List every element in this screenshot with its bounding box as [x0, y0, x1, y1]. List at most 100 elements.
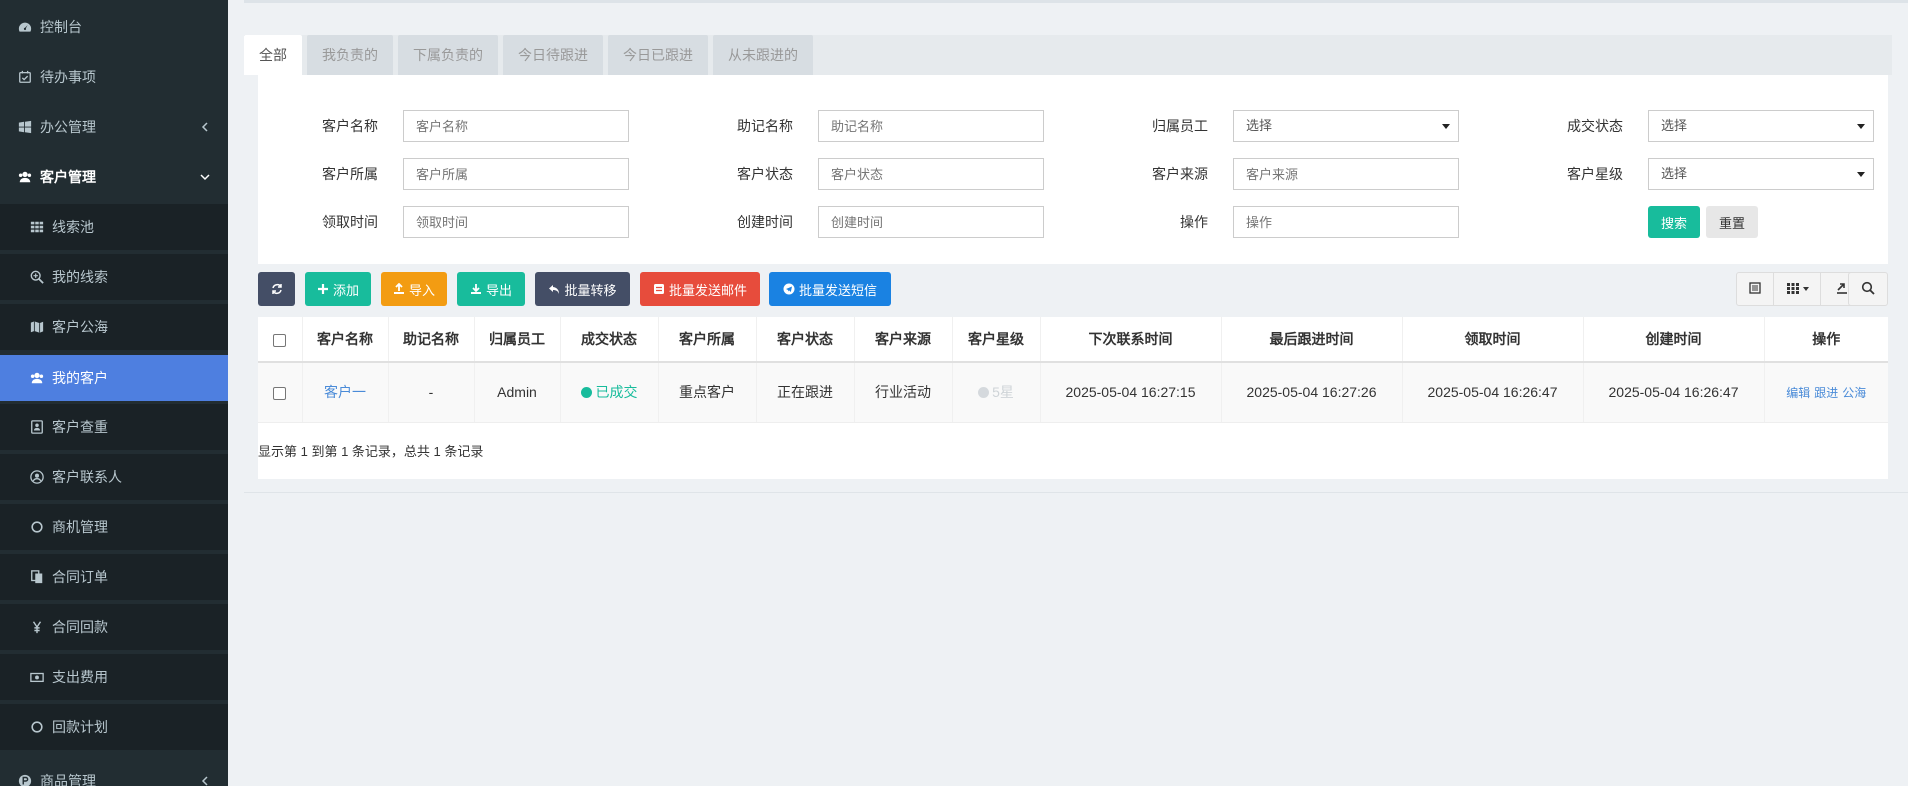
sidebar-item-customer-dedupe[interactable]: 客户查重: [0, 404, 228, 450]
refresh-button[interactable]: [258, 272, 295, 306]
batch-transfer-button[interactable]: 批量转移: [535, 272, 630, 306]
sidebar-item-customer-contacts[interactable]: 客户联系人: [0, 454, 228, 500]
sidebar-item-customer-pool[interactable]: 客户公海: [0, 304, 228, 350]
customer-name-link[interactable]: 客户一: [324, 384, 366, 400]
owner-select[interactable]: 选择: [1233, 110, 1459, 142]
batch-sms-button[interactable]: 批量发送短信: [769, 272, 891, 306]
tab-today-pending[interactable]: 今日待跟进: [503, 35, 603, 75]
sidebar-item-my-customers[interactable]: 我的客户: [0, 355, 228, 401]
row-checkbox[interactable]: [273, 387, 287, 401]
customer-star-select[interactable]: 选择: [1648, 158, 1874, 190]
edit-link[interactable]: 编辑: [1786, 386, 1810, 400]
product-icon: [18, 774, 32, 786]
cell-source: 行业活动: [854, 362, 953, 423]
table-search-button[interactable]: [1848, 272, 1888, 306]
add-button[interactable]: 添加: [305, 272, 371, 306]
toggle-card-view-button[interactable]: [1736, 272, 1774, 306]
export-icon: [1835, 281, 1849, 298]
col-receive-time[interactable]: 领取时间: [1402, 317, 1584, 363]
col-next-contact[interactable]: 下次联系时间: [1040, 317, 1222, 363]
col-customer-status[interactable]: 客户状态: [756, 317, 855, 363]
star-rating: 5星: [992, 384, 1014, 401]
to-pool-link[interactable]: 公海: [1842, 386, 1866, 400]
sidebar-item-label: 支出费用: [52, 669, 108, 685]
cell-next-contact: 2025-05-04 16:27:15: [1040, 362, 1222, 423]
col-last-follow[interactable]: 最后跟进时间: [1221, 317, 1403, 363]
sidebar-item-lead-pool[interactable]: 线索池: [0, 204, 228, 250]
customer-source-label: 客户来源: [1152, 166, 1208, 182]
address-book-icon: [30, 420, 44, 434]
sidebar-item-payment-plan[interactable]: 回款计划: [0, 704, 228, 750]
mnemonic-name-input[interactable]: [818, 110, 1044, 142]
tab-mine[interactable]: 我负责的: [307, 35, 393, 75]
customer-belong-input[interactable]: [403, 158, 629, 190]
customer-status-input[interactable]: [818, 158, 1044, 190]
sidebar-item-dashboard[interactable]: 控制台: [0, 4, 228, 50]
sidebar-item-opportunities[interactable]: 商机管理: [0, 504, 228, 550]
caret-down-icon: [1857, 124, 1865, 129]
import-button[interactable]: 导入: [381, 272, 447, 306]
columns-toggle-button[interactable]: [1773, 272, 1821, 306]
customer-name-label: 客户名称: [322, 118, 378, 134]
cell-star: 5星: [952, 362, 1041, 423]
col-mnemonic-name[interactable]: 助记名称: [388, 317, 475, 363]
receive-time-input[interactable]: [403, 206, 629, 238]
import-button-label: 导入: [408, 282, 435, 298]
cell-deal-status: 已成交: [560, 362, 659, 423]
owner-label: 归属员工: [1152, 118, 1208, 134]
receive-time-label: 领取时间: [322, 214, 378, 230]
customer-source-input[interactable]: [1233, 158, 1459, 190]
calendar-check-icon: [18, 70, 32, 84]
create-time-input[interactable]: [818, 206, 1044, 238]
sidebar-item-product-management[interactable]: 商品管理: [0, 758, 228, 786]
deal-status-select[interactable]: 选择: [1648, 110, 1874, 142]
create-time-label: 创建时间: [737, 214, 793, 230]
customer-belong-label: 客户所属: [322, 166, 378, 182]
follow-link[interactable]: 跟进: [1814, 386, 1838, 400]
reset-button[interactable]: 重置: [1706, 206, 1758, 238]
customer-name-input[interactable]: [403, 110, 629, 142]
circle-icon: [30, 520, 44, 534]
tab-today-done[interactable]: 今日已跟进: [608, 35, 708, 75]
yen-icon: [30, 620, 44, 634]
sidebar-item-todo[interactable]: 待办事项: [0, 54, 228, 100]
sidebar-item-contract-orders[interactable]: 合同订单: [0, 554, 228, 600]
col-customer-star[interactable]: 客户星级: [952, 317, 1041, 363]
list-icon: [1748, 281, 1762, 298]
caret-down-icon: [1802, 287, 1809, 291]
sidebar-item-label: 回款计划: [52, 719, 108, 735]
tab-subordinates[interactable]: 下属负责的: [398, 35, 498, 75]
tab-all[interactable]: 全部: [244, 35, 302, 75]
add-button-label: 添加: [332, 282, 359, 298]
select-all-checkbox[interactable]: [273, 333, 287, 347]
col-customer-belong[interactable]: 客户所属: [658, 317, 757, 363]
col-create-time[interactable]: 创建时间: [1583, 317, 1765, 363]
sidebar-item-expenses[interactable]: 支出费用: [0, 654, 228, 700]
sidebar-item-label: 我的客户: [52, 370, 108, 386]
sidebar-item-contract-payments[interactable]: 合同回款: [0, 604, 228, 650]
sidebar-item-customer-management[interactable]: 客户管理: [0, 154, 228, 200]
search-button[interactable]: 搜索: [1648, 206, 1700, 238]
sidebar-item-office[interactable]: 办公管理: [0, 104, 228, 150]
top-divider: [244, 0, 1908, 3]
sidebar-item-my-leads[interactable]: 我的线索: [0, 254, 228, 300]
sidebar-item-label: 办公管理: [40, 119, 96, 135]
tab-never-followed[interactable]: 从未跟进的: [713, 35, 813, 75]
operation-input[interactable]: [1233, 206, 1459, 238]
columns-icon: [1786, 281, 1800, 298]
export-button[interactable]: 导出: [457, 272, 525, 306]
deal-status-select-value: 选择: [1661, 118, 1688, 133]
cell-status: 正在跟进: [756, 362, 855, 423]
users-icon: [30, 371, 44, 385]
money-icon: [30, 670, 44, 684]
batch-email-button[interactable]: 批量发送邮件: [640, 272, 760, 306]
col-deal-status[interactable]: 成交状态: [560, 317, 659, 363]
operation-label: 操作: [1180, 214, 1208, 230]
col-owner[interactable]: 归属员工: [474, 317, 561, 363]
table-toolbar: 添加 导入 导出 批量转移 批量发送邮件 批量发送短信: [258, 272, 1888, 308]
cell-create-time: 2025-05-04 16:26:47: [1583, 362, 1765, 423]
sidebar-item-label: 控制台: [40, 19, 82, 35]
customer-star-select-value: 选择: [1661, 166, 1688, 181]
col-customer-source[interactable]: 客户来源: [854, 317, 953, 363]
col-customer-name[interactable]: 客户名称: [302, 317, 389, 363]
